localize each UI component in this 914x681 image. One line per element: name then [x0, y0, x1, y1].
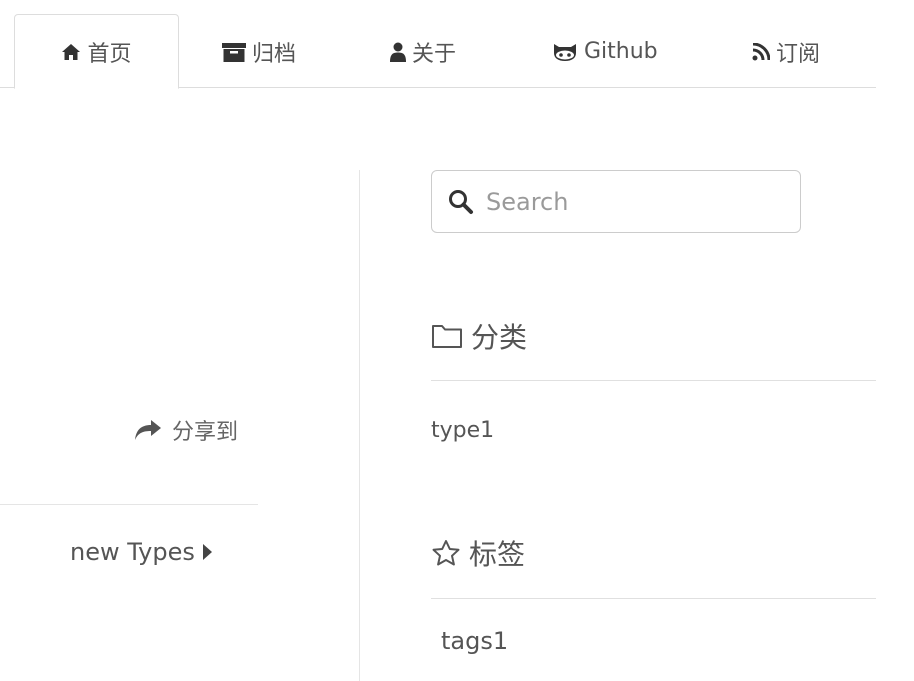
- column-divider: [359, 170, 360, 681]
- tab-archive[interactable]: 归档: [222, 14, 296, 89]
- home-icon: [61, 43, 81, 61]
- tags-heading: 标签: [431, 533, 525, 573]
- caret-right-icon: [202, 544, 212, 560]
- tab-archive-label: 归档: [252, 41, 297, 67]
- next-post-label: new Types: [70, 538, 195, 566]
- tab-home[interactable]: 首页: [14, 14, 179, 89]
- search-icon: [448, 189, 474, 215]
- archive-icon: [222, 42, 246, 62]
- tab-about[interactable]: 关于: [390, 14, 456, 89]
- tag-link[interactable]: tags1: [441, 623, 508, 659]
- top-nav: 首页 归档 关于 Github 订阅: [0, 0, 876, 89]
- tab-about-label: 关于: [412, 41, 457, 67]
- github-icon: [552, 42, 578, 62]
- share-link[interactable]: 分享到: [134, 413, 238, 447]
- tags-divider: [431, 598, 876, 599]
- categories-heading: 分类: [431, 316, 527, 356]
- categories-title: 分类: [471, 321, 528, 354]
- share-icon: [134, 419, 162, 441]
- tab-github[interactable]: Github: [552, 14, 658, 89]
- post-divider: [0, 504, 258, 505]
- tab-rss[interactable]: 订阅: [752, 14, 820, 89]
- tab-github-label: Github: [584, 39, 658, 64]
- tags-title: 标签: [469, 538, 526, 571]
- share-label: 分享到: [172, 420, 239, 445]
- category-link[interactable]: type1: [431, 412, 494, 448]
- folder-icon: [431, 323, 463, 349]
- categories-divider: [431, 380, 876, 381]
- tab-rss-label: 订阅: [776, 41, 821, 67]
- next-post-link[interactable]: new Types: [70, 533, 212, 571]
- search-input[interactable]: [486, 187, 776, 216]
- user-icon: [390, 42, 406, 62]
- tab-home-label: 首页: [87, 41, 132, 67]
- search-box[interactable]: [431, 170, 801, 233]
- star-icon: [431, 539, 461, 567]
- rss-icon: [752, 42, 770, 61]
